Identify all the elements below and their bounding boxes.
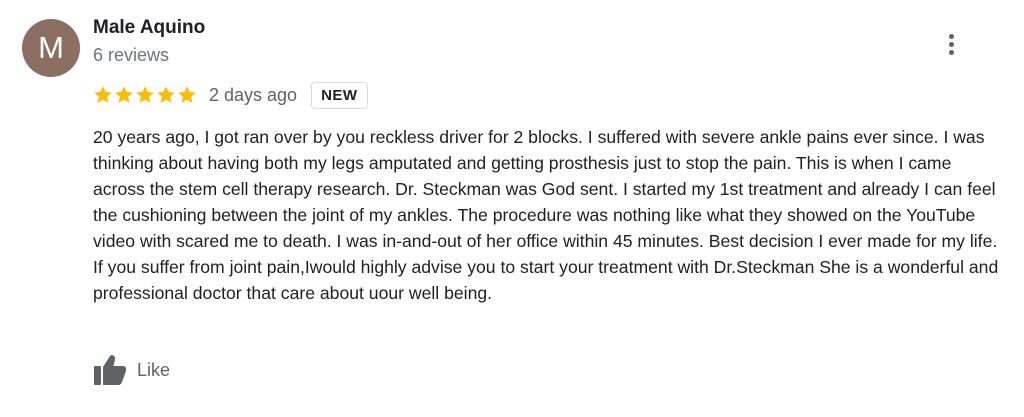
star-icon	[94, 86, 112, 103]
review-text: 20 years ago, I got ran over by you reck…	[93, 127, 999, 303]
like-button[interactable]: Like	[93, 353, 170, 387]
star-icon	[178, 86, 196, 103]
more-vertical-icon-dot	[948, 41, 954, 47]
star-rating	[93, 85, 197, 105]
more-vertical-icon	[948, 33, 954, 39]
author-review-count[interactable]: 6 reviews	[93, 45, 169, 66]
rating-row: 2 days ago NEW	[93, 81, 368, 109]
star-icon	[115, 86, 133, 103]
star-icon	[136, 86, 154, 103]
author-name[interactable]: Male Aquino	[93, 17, 205, 39]
like-label: Like	[137, 359, 171, 380]
new-badge: NEW	[311, 81, 368, 109]
star-icon	[157, 86, 175, 103]
avatar[interactable]: M	[22, 19, 80, 77]
review-card: M Male Aquino 6 reviews 2 days ago NEW 2…	[0, 0, 1024, 417]
more-vertical-icon-dot	[948, 49, 954, 55]
avatar-initial: M	[38, 30, 64, 65]
review-date: 2 days ago	[209, 84, 298, 105]
more-options-button[interactable]	[937, 30, 965, 58]
thumbs-up-icon	[94, 355, 126, 385]
